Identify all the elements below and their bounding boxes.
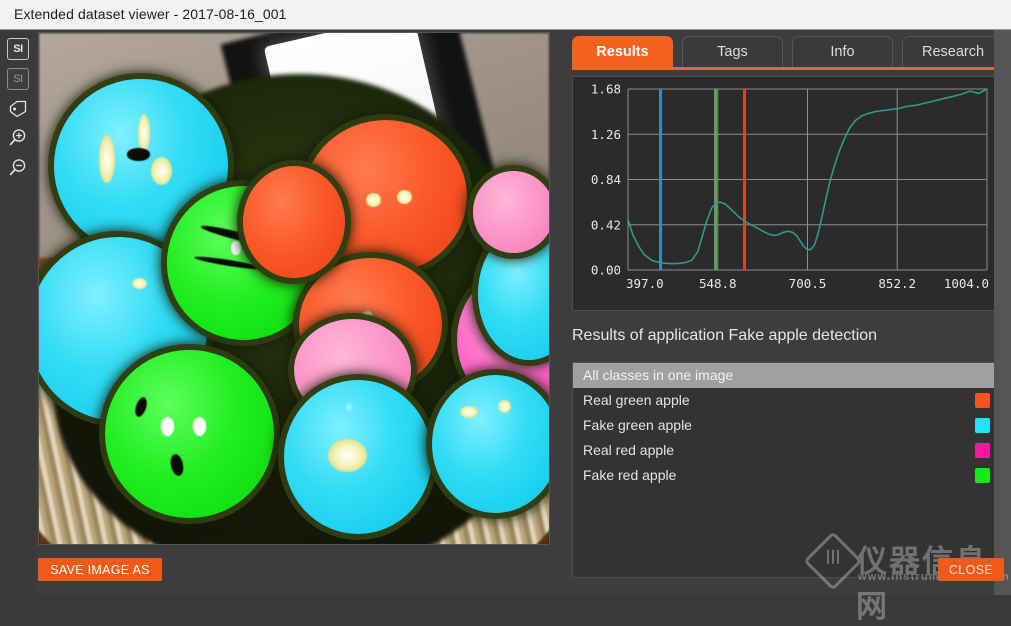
svg-text:1004.0: 1004.0 [944, 276, 989, 291]
list-item-label: All classes in one image [583, 367, 733, 383]
class-color-swatch [975, 393, 990, 408]
save-image-as-button[interactable]: SAVE IMAGE AS [38, 558, 162, 581]
list-item-fake-green-apple[interactable]: Fake green apple [573, 413, 997, 438]
list-item-label: Real red apple [583, 442, 674, 458]
class-blob-fake-green-4 [432, 375, 550, 513]
right-scroll-edge[interactable] [994, 30, 1011, 595]
left-toolbar: SI SI [0, 30, 36, 595]
list-item-fake-red-apple[interactable]: Fake red apple [573, 463, 997, 488]
list-item-real-red-apple[interactable]: Real red apple [573, 438, 997, 463]
window-title: Extended dataset viewer - 2017-08-16_001 [14, 6, 287, 22]
tab-underline [572, 67, 1004, 70]
svg-text:0.84: 0.84 [591, 172, 621, 187]
list-item-label: Real green apple [583, 392, 690, 408]
close-button[interactable]: CLOSE [938, 558, 1004, 581]
svg-text:1.26: 1.26 [591, 127, 621, 142]
zoom-in-icon[interactable] [7, 127, 29, 149]
list-item-label: Fake red apple [583, 467, 676, 483]
svg-text:700.5: 700.5 [789, 276, 827, 291]
list-item-label: Fake green apple [583, 417, 692, 433]
title-bar: Extended dataset viewer - 2017-08-16_001 [0, 0, 1011, 30]
class-list[interactable]: All classes in one image Real green appl… [572, 362, 998, 578]
svg-text:0.00: 0.00 [591, 263, 621, 278]
application-window: Extended dataset viewer - 2017-08-16_001… [0, 0, 1011, 595]
class-color-swatch [975, 418, 990, 433]
tab-research[interactable]: Research [902, 36, 1004, 67]
tag-icon[interactable] [7, 98, 29, 120]
spectrum-chart-svg: 0.00 0.42 0.84 1.26 1.68 397.0 548.8 700.5 852.2… [573, 77, 997, 310]
zoom-out-icon[interactable] [7, 157, 29, 179]
classified-image-scene [39, 33, 549, 544]
right-panel: Results Tags Info Research 0.00 0.42 0.84 1… [562, 30, 1011, 595]
class-color-swatch [975, 468, 990, 483]
tab-results[interactable]: Results [572, 36, 673, 67]
svg-text:1.68: 1.68 [591, 82, 621, 97]
tab-info[interactable]: Info [792, 36, 893, 67]
results-heading: Results of application Fake apple detect… [572, 327, 877, 345]
tab-tags[interactable]: Tags [682, 36, 783, 67]
class-color-swatch [975, 443, 990, 458]
svg-text:852.2: 852.2 [878, 276, 916, 291]
si-secondary-icon[interactable]: SI [7, 68, 29, 90]
classified-image-view[interactable] [38, 32, 550, 545]
tab-bar: Results Tags Info Research [572, 36, 1004, 70]
list-item-real-green-apple[interactable]: Real green apple [573, 388, 997, 413]
spectrum-chart[interactable]: 0.00 0.42 0.84 1.26 1.68 397.0 548.8 700.5 852.2… [572, 76, 998, 311]
class-blob-fake-red-2 [105, 350, 273, 519]
class-blob-fake-green-3 [284, 380, 432, 533]
si-primary-icon[interactable]: SI [7, 38, 29, 60]
class-blob-real-red-3 [473, 171, 551, 253]
svg-text:397.0: 397.0 [626, 276, 664, 291]
class-blob-real-green-3 [243, 166, 345, 278]
svg-text:548.8: 548.8 [699, 276, 737, 291]
list-item-all-classes[interactable]: All classes in one image [573, 363, 997, 388]
svg-text:0.42: 0.42 [591, 217, 621, 232]
